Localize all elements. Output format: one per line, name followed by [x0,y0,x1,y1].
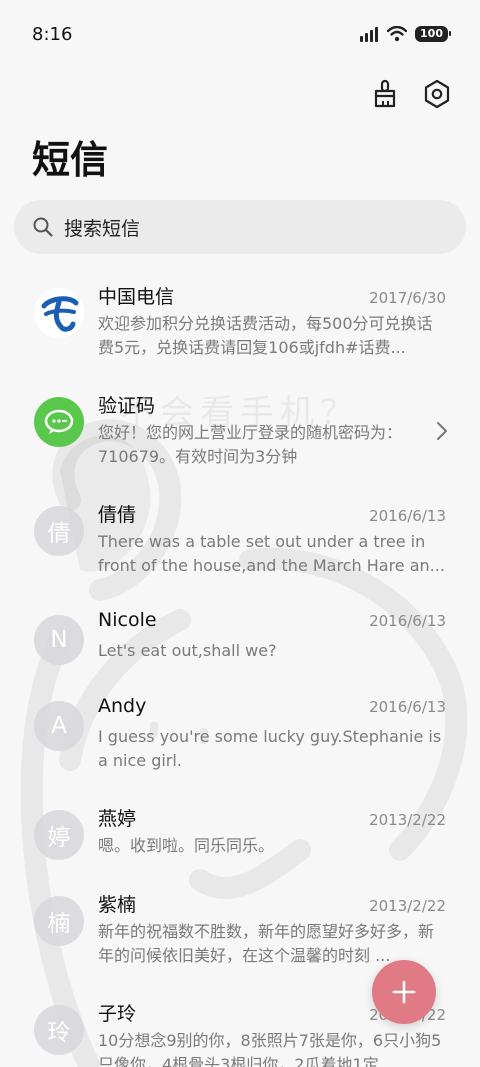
message-preview: Let's eat out,shall we? [98,641,277,660]
message-list: 中国电信 2017/6/30 欢迎参加积分兑换话费活动，每500分可兑换话费5元… [0,272,480,1067]
new-message-button[interactable] [372,960,436,1024]
contact-name: Nicole [98,609,157,631]
message-date: 2013/2/22 [369,897,446,915]
message-preview: 您好！您的网上营业厅登录的随机密码为：710679。有效时间为3分钟 [98,423,403,466]
message-bubble-avatar [34,397,84,447]
contact-avatar: 玲 [34,1005,84,1055]
signal-icon [360,27,379,42]
contact-name: 中国电信 [98,286,175,308]
battery-indicator: 100 [415,26,451,42]
message-preview: 欢迎参加积分兑换话费活动，每500分可兑换话费5元，兑换话费请回复106或jfd… [98,314,433,357]
message-item-yanting[interactable]: 婷 燕婷 2013/2/22 嗯。收到啦。同乐同乐。 [0,794,480,880]
contact-name: 验证码 [98,395,156,417]
contact-name: 子玲 [98,1003,137,1025]
message-preview: 10分想念9别的你，8张照片7张是你，6只小狗5只像你，4根骨头3根归你，2瓜着… [98,1031,442,1067]
page-title: 短信 [32,138,109,182]
status-time: 8:16 [32,23,73,45]
contact-name: 紫楠 [98,894,137,916]
contact-name: 燕婷 [98,808,137,830]
message-date: 2013/2/22 [369,811,446,829]
message-date: 2017/6/30 [369,289,446,307]
chat-bubble-icon [44,409,74,434]
status-icons: 100 [359,26,451,42]
settings-icon[interactable] [420,77,454,111]
message-preview: I guess you're some lucky guy.Stephanie … [98,727,442,770]
contact-avatar: 婷 [34,810,84,860]
message-date: 2016/6/13 [369,612,446,630]
broom-icon[interactable] [368,77,402,111]
message-date: 2016/6/13 [369,698,446,716]
contact-avatar: 倩 [34,506,84,556]
contact-name: 倩倩 [98,504,137,526]
search-input[interactable]: 搜索短信 [64,214,140,241]
message-item-telecom[interactable]: 中国电信 2017/6/30 欢迎参加积分兑换话费活动，每500分可兑换话费5元… [0,272,480,381]
message-item-nicole[interactable]: N Nicole 2016/6/13 Let's eat out,shall w… [0,599,480,685]
search-icon [33,217,53,237]
message-date: 2016/6/13 [369,507,446,525]
message-preview: 嗯。收到啦。同乐同乐。 [98,836,275,855]
chevron-right-icon[interactable] [436,421,448,441]
message-item-qianqian[interactable]: 倩 倩倩 2016/6/13 There was a table set out… [0,490,480,599]
message-item-andy[interactable]: A Andy 2016/6/13 I guess you're some luc… [0,685,480,794]
search-bar[interactable]: 搜索短信 [14,200,466,254]
contact-avatar: 楠 [34,896,84,946]
message-item-verification[interactable]: 验证码 您好！您的网上营业厅登录的随机密码为：710679。有效时间为3分钟 [0,381,480,490]
plus-icon [392,980,416,1004]
status-bar: 8:16 100 [0,0,480,68]
wifi-icon [387,26,408,42]
message-preview: There was a table set out under a tree i… [98,532,445,575]
contact-name: Andy [98,695,147,717]
contact-avatar: N [34,615,84,665]
top-toolbar [0,68,480,120]
telecom-logo-avatar [34,288,84,338]
contact-avatar: A [34,701,84,751]
